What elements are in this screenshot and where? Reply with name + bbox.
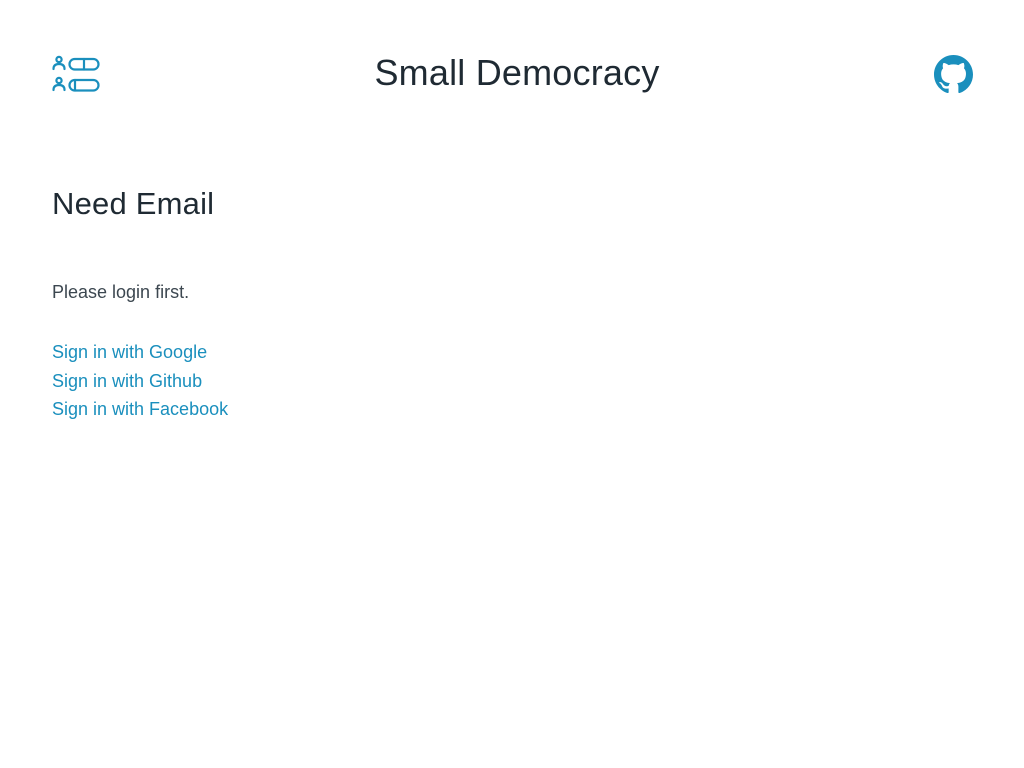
main-content: Need Email Please login first. Sign in w… — [52, 180, 952, 419]
page-heading: Need Email — [52, 186, 215, 221]
login-link-item: Sign in with Google — [52, 338, 228, 367]
sign-in-github-link[interactable]: Sign in with Github — [52, 371, 202, 391]
login-link-item: Sign in with Github — [52, 367, 228, 396]
login-message: Please login first. — [52, 282, 190, 302]
sign-in-facebook-link[interactable]: Sign in with Facebook — [52, 399, 228, 419]
site-header: Small Democracy — [0, 0, 1024, 150]
page: Small Democracy Need Email Please login … — [0, 0, 1024, 768]
login-links: Sign in with Google Sign in with Github … — [52, 338, 228, 424]
site-title: Small Democracy — [374, 52, 660, 93]
github-link[interactable] — [934, 55, 973, 94]
login-link-item: Sign in with Facebook — [52, 395, 228, 424]
github-icon — [934, 55, 973, 94]
sign-in-google-link[interactable]: Sign in with Google — [52, 342, 207, 362]
